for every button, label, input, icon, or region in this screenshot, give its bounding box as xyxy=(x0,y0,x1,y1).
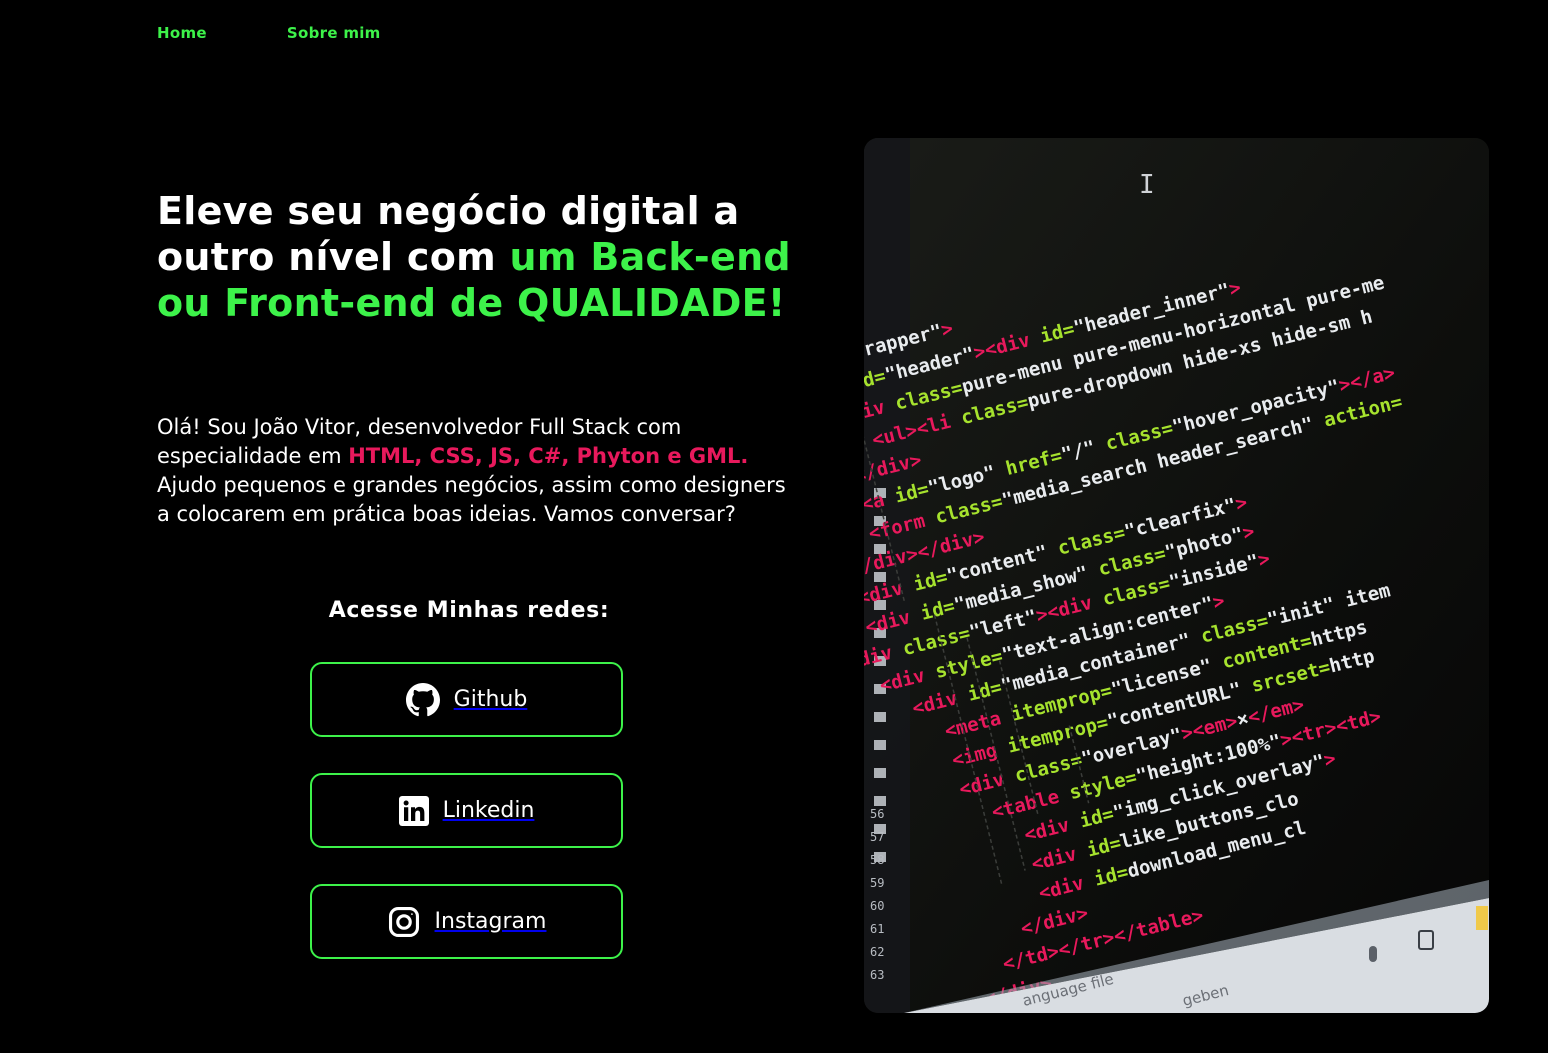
line-number: 58 xyxy=(870,853,884,867)
github-label: Github xyxy=(453,687,528,712)
code-screen-illustration: head>ody>iv id="wrapper">div id="header"… xyxy=(864,138,1489,1013)
folder-icon xyxy=(1476,906,1488,930)
line-number: 56 xyxy=(870,807,884,821)
linkedin-label: Linkedin xyxy=(442,798,535,823)
social-heading: Acesse Minhas redes: xyxy=(328,598,610,623)
gutter-marker xyxy=(874,712,886,722)
nav-link-about[interactable]: Sobre mim xyxy=(287,24,381,42)
mic-icon xyxy=(1369,946,1377,962)
gutter-marker xyxy=(874,796,886,806)
page: Home Sobre mim Eleve seu negócio digital… xyxy=(0,0,1548,1053)
linkedin-button[interactable]: Linkedin xyxy=(310,773,623,848)
instagram-button[interactable]: Instagram xyxy=(310,884,623,959)
text-cursor-icon: I xyxy=(1139,170,1155,200)
intro-technologies: HTML, CSS, JS, C#, Phyton e GML. xyxy=(348,444,749,468)
github-button[interactable]: Github xyxy=(310,662,623,737)
intro-text-end: Ajudo pequenos e grandes negócios, assim… xyxy=(157,473,786,526)
instagram-icon xyxy=(387,905,421,939)
hero-title: Eleve seu negócio digital a outro nível … xyxy=(157,188,797,326)
line-number: 57 xyxy=(870,830,884,844)
line-number: 59 xyxy=(870,876,884,890)
intro-paragraph: Olá! Sou João Vitor, desenvolvedor Full … xyxy=(157,413,797,529)
line-number: 63 xyxy=(870,968,884,982)
gutter-marker xyxy=(874,740,886,750)
instagram-label: Instagram xyxy=(434,909,547,934)
line-number: 60 xyxy=(870,899,884,913)
linkedin-icon xyxy=(398,795,429,826)
line-number: 61 xyxy=(870,922,884,936)
code-screen-photo: head>ody>iv id="wrapper">div id="header"… xyxy=(864,138,1489,1013)
nav-link-home[interactable]: Home xyxy=(157,24,207,42)
gutter-marker xyxy=(874,768,886,778)
github-icon xyxy=(405,682,440,717)
line-number: 62 xyxy=(870,945,884,959)
top-nav: Home Sobre mim xyxy=(157,24,381,42)
